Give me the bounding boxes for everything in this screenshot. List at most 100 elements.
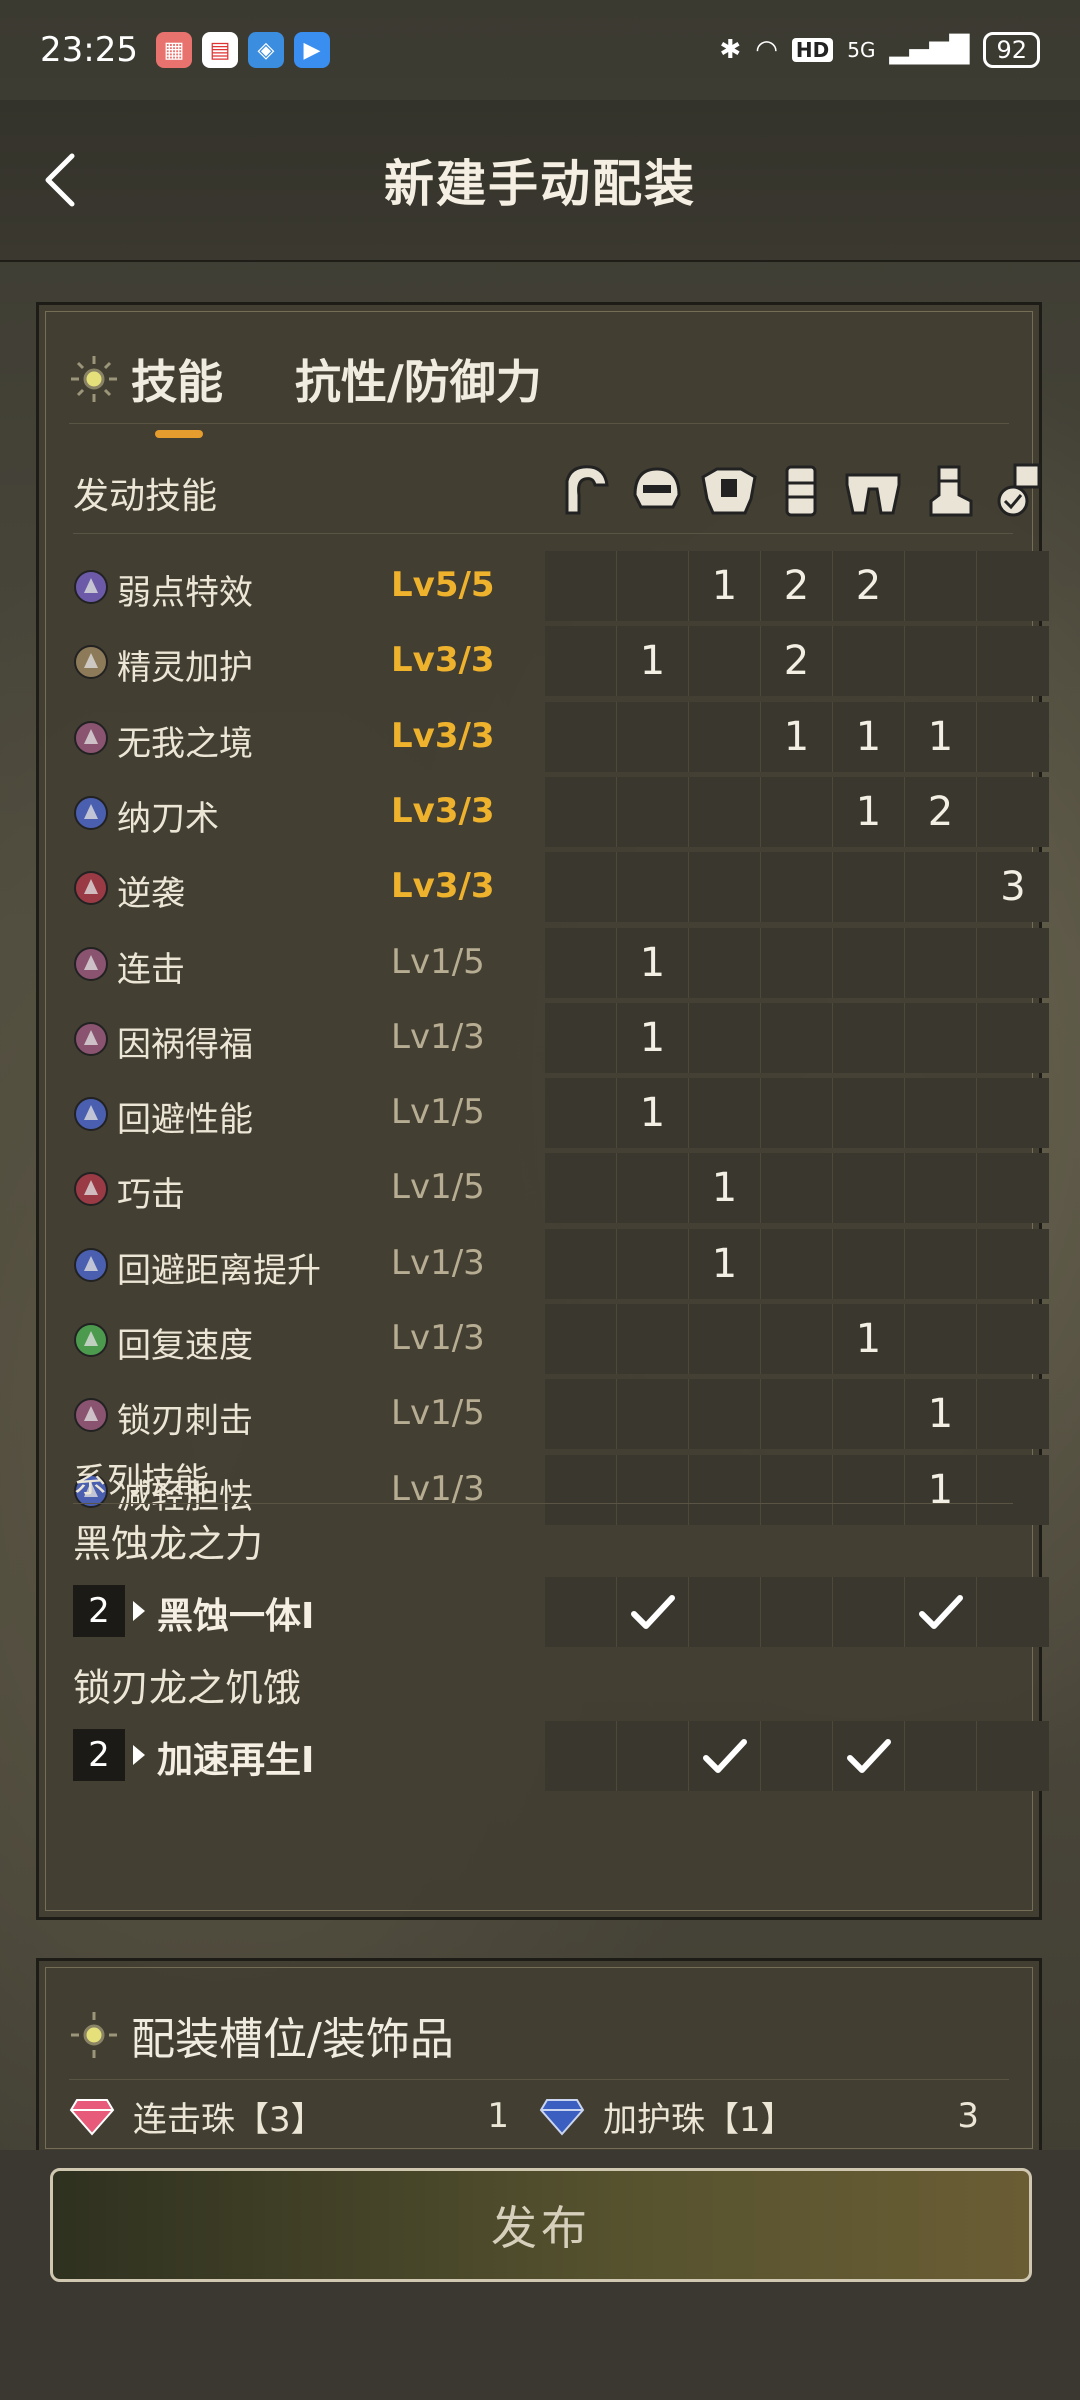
skill-slot-cell: 2 <box>761 551 833 621</box>
set-skill-row[interactable]: 2 加速再生I <box>73 1719 1049 1793</box>
skill-name: 精灵加护 <box>117 648 253 689</box>
decorations-panel: 配装槽位/装饰品 连击珠【3】 1 加护珠【1】 3 <box>36 1958 1042 2158</box>
app-header: 新建手动配装 <box>0 100 1080 262</box>
skill-slot-cell <box>545 626 617 697</box>
skill-slot-cells: 1 <box>545 1002 1049 1073</box>
skill-level: Lv1/5 <box>391 1393 485 1434</box>
skill-slot-cell <box>905 1078 977 1149</box>
bank-app-icon: ◈ <box>247 32 284 68</box>
skill-slot-cell: 1 <box>833 776 905 847</box>
decoration-item[interactable]: 连击珠【3】 1 <box>69 2092 539 2141</box>
set-slot-cell <box>761 1577 833 1647</box>
skill-slot-cell: 1 <box>617 626 689 697</box>
skill-slot-cell <box>833 1454 905 1525</box>
skill-slot-cell <box>689 1304 761 1374</box>
back-arrow-icon[interactable] <box>40 150 80 210</box>
set-slot-cell <box>905 1577 977 1647</box>
publish-button[interactable]: 发布 <box>50 2168 1032 2282</box>
skill-row[interactable]: 巧击 Lv1/5 1 <box>73 1153 1049 1227</box>
set-slot-cells <box>545 1577 1049 1647</box>
skill-slot-cell <box>977 777 1049 847</box>
decoration-item[interactable]: 加护珠【1】 3 <box>539 2092 1009 2141</box>
play-arrow-icon <box>133 1745 145 1765</box>
active-skills-label: 发动技能 <box>73 476 218 517</box>
skill-slot-cell <box>905 852 977 923</box>
skill-slot-cell <box>545 852 617 923</box>
set-slot-cell <box>545 1721 617 1791</box>
gem-blue-icon <box>539 2099 585 2136</box>
skill-level: Lv1/3 <box>391 1318 485 1358</box>
skill-slot-cell <box>617 1153 689 1224</box>
checkmark-icon <box>702 1739 747 1773</box>
skill-level: Lv1/3 <box>391 1242 485 1283</box>
skill-slot-cell <box>761 852 833 923</box>
network-label: 5G <box>847 38 876 62</box>
skill-slot-cell <box>761 1002 833 1073</box>
weapon-icon <box>565 465 609 515</box>
skill-slot-cell <box>977 1379 1049 1449</box>
talisman-icon <box>997 463 1041 517</box>
skill-row[interactable]: 弱点特效 Lv5/5 1 2 2 <box>73 551 1049 625</box>
skill-slot-cell <box>977 1003 1049 1073</box>
set-slot-cell <box>545 1577 617 1647</box>
skill-slot-cell: 1 <box>689 1153 761 1224</box>
tab-resistance-defense[interactable]: 抗性/防御力 <box>295 346 542 412</box>
skill-slot-cell <box>545 701 617 772</box>
decoration-name: 加护珠【1】 <box>603 2099 795 2140</box>
armor-icons <box>549 455 1053 527</box>
hd-icon: HD <box>791 38 834 62</box>
skill-slot-cell <box>617 701 689 772</box>
sun-emblem-icon <box>71 356 117 402</box>
skills-header: 发动技能 <box>73 445 1041 534</box>
skill-row[interactable]: 因祸得福 Lv1/3 1 <box>73 1002 1049 1077</box>
skill-row[interactable]: 无我之境 Lv3/3 1 1 1 <box>73 701 1049 776</box>
skill-name: 纳刀术 <box>117 798 219 839</box>
skill-slot-cell <box>617 1454 689 1525</box>
set-skill-row[interactable]: 2 黑蚀一体I <box>73 1575 1049 1649</box>
decorations-header: 配装槽位/装饰品 <box>69 1991 1009 2080</box>
set-slot-cell <box>689 1721 761 1791</box>
skill-row[interactable]: 连击 Lv1/5 1 <box>73 927 1049 1002</box>
skill-name: 因祸得福 <box>117 1024 253 1065</box>
set-slot-cell <box>617 1721 689 1791</box>
skill-row[interactable]: 回复速度 Lv1/3 1 <box>73 1304 1049 1378</box>
skill-slot-cells: 1 <box>545 1379 1049 1450</box>
decoration-qty: 1 <box>487 2096 509 2136</box>
tab-skills[interactable]: 技能 <box>131 346 223 438</box>
skill-slot-cell: 1 <box>905 1454 977 1525</box>
gem-red-icon <box>69 2099 115 2136</box>
skill-name: 逆袭 <box>117 874 185 915</box>
skill-slot-cell <box>689 626 761 697</box>
skill-slot-cell <box>905 1153 977 1224</box>
set-slot-cell <box>833 1721 905 1791</box>
skill-slot-cell <box>545 551 617 621</box>
skill-slot-cell <box>833 852 905 923</box>
skill-row[interactable]: 精灵加护 Lv3/3 1 2 <box>73 626 1049 700</box>
skill-red-icon <box>74 871 108 906</box>
decorations-title: 配装槽位/装饰品 <box>131 2014 454 2065</box>
skill-slot-cells: 1 <box>545 927 1049 998</box>
skill-slot-cell <box>833 927 905 998</box>
skill-slot-cell <box>617 1228 689 1299</box>
skill-row[interactable]: 锁刃刺击 Lv1/5 1 <box>73 1379 1049 1453</box>
skills-panel: 技能 抗性/防御力 发动技能 弱点特效 Lv5/5 1 2 2 精灵加护 Lv3/3 1 2 无我… <box>36 302 1049 1920</box>
skill-slot-cell: 1 <box>905 1379 977 1450</box>
skill-slot-cell: 1 <box>761 701 833 772</box>
skill-row[interactable]: 回避性能 Lv1/5 1 <box>73 1078 1049 1152</box>
skill-row[interactable]: 逆袭 Lv3/3 3 <box>73 852 1049 926</box>
status-indicators: ✱ ◠ HD 5G ▂▄▆█ 92 <box>719 32 1040 68</box>
skill-row[interactable]: 纳刀术 Lv3/3 1 2 <box>73 776 1049 851</box>
skill-slot-cells: 1 <box>545 1153 1049 1224</box>
skill-name: 锁刃刺击 <box>117 1401 253 1442</box>
skill-row[interactable]: 回避距离提升 Lv1/3 1 <box>73 1228 1049 1303</box>
skill-slot-cell <box>545 1379 617 1450</box>
skill-blue-icon <box>74 1247 108 1282</box>
set-bonus-name: 加速再生I <box>157 1740 315 1781</box>
chest-icon <box>701 467 757 515</box>
bluetooth-icon: ✱ <box>719 35 742 65</box>
skill-name: 回复速度 <box>117 1326 253 1366</box>
skill-name: 巧击 <box>117 1175 185 1216</box>
set-slot-cell <box>977 1721 1049 1791</box>
set-skills-label: 系列技能 <box>73 1461 209 1501</box>
skill-slot-cell <box>545 776 617 847</box>
